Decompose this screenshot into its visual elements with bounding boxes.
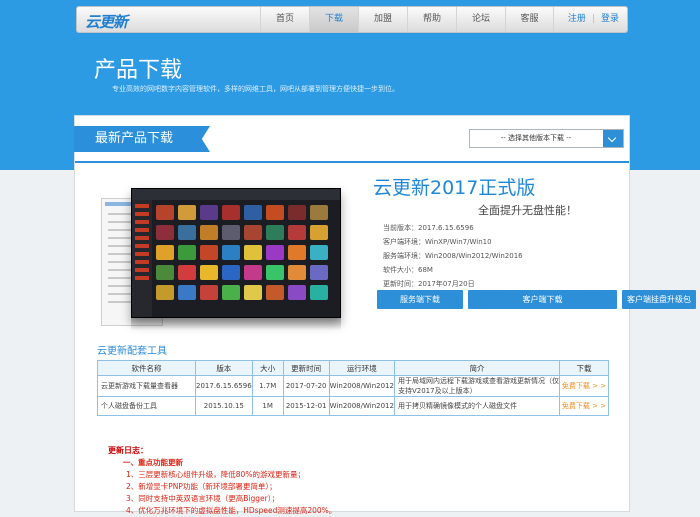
- col-updated: 更新时间: [282, 360, 330, 376]
- tool-version: 2015.10.15: [195, 396, 253, 416]
- auth-links: 注册 | 登录: [568, 7, 619, 32]
- tool-name: 个人磁盘备份工具: [97, 396, 196, 416]
- download-panel: 最新产品下载 -- 选择其他版本下载 -- 云更新2017正式版 全面提升无盘性…: [74, 115, 696, 515]
- col-env: 运行环境: [328, 360, 395, 376]
- table-header-row: 软件名称 版本 大小 更新时间 运行环境 简介 下载: [97, 360, 610, 376]
- page-subtitle: 专业高效的网吧数字内容管理软件，多样的网维工具，网吧从部署到管理方便快捷一步到位…: [112, 85, 399, 93]
- col-version: 版本: [195, 360, 253, 376]
- tool-name: 云更新游戏下载量查看器: [97, 375, 196, 397]
- tool-updated: 2017-07-20: [282, 375, 330, 397]
- product-slogan: 全面提升无盘性能！: [478, 204, 577, 217]
- server-download-button[interactable]: 服务端下载: [377, 290, 463, 309]
- nav-menu: 首页 下载 加盟 帮助 论坛 客服: [260, 7, 554, 32]
- col-size: 大小: [251, 360, 284, 376]
- version-select-toggle[interactable]: [603, 130, 623, 147]
- client-download-button[interactable]: 客户端下载: [468, 290, 617, 309]
- game-tiles: [156, 205, 328, 300]
- screenshot-front-window: [131, 188, 341, 318]
- section-divider: [75, 161, 629, 163]
- nav-item-forum[interactable]: 论坛: [456, 7, 505, 32]
- tool-env: Win2008/Win2012: [328, 396, 395, 416]
- tool-env: Win2008/Win2012: [328, 375, 395, 397]
- tool-desc: 用于局域网内远程下载游戏或查看游戏更新情况（仅支持V2017及以上版本）: [393, 375, 560, 397]
- tool-desc: 用于拷贝精确镜像模式的个人磁盘文件: [393, 396, 560, 416]
- tool-size: 1.7M: [251, 375, 284, 397]
- product-specs: 当前版本：2017.6.15.6596 客户端环境：WinXP/Win7/Win…: [383, 221, 523, 291]
- tools-table: 软件名称 版本 大小 更新时间 运行环境 简介 下载 云更新游戏下载量查看器 2…: [97, 360, 610, 416]
- screenshot-reflection: [131, 318, 341, 330]
- version-select-value: -- 选择其他版本下载 --: [500, 134, 572, 142]
- chevron-down-icon: [607, 133, 617, 143]
- changelog-item: 1、三层更新核心组件升级，降低80%的游戏更新量；: [126, 470, 305, 479]
- table-row: 个人磁盘备份工具 2015.10.15 1M 2015-12-01 Win200…: [97, 396, 610, 416]
- changelog-subtitle: 一、重点功能更新: [123, 458, 183, 467]
- tool-download-link[interactable]: 免费下载 > >: [558, 396, 610, 416]
- changelog-item: 3、同时支持中英双语言环境（更高Bigger）；: [126, 494, 279, 503]
- tool-updated: 2015-12-01: [282, 396, 330, 416]
- spec-client-env: 客户端环境：WinXP/Win7/Win10: [383, 238, 492, 246]
- changelog-title: 更新日志：: [108, 446, 148, 455]
- section-ribbon: 最新产品下载: [74, 126, 210, 152]
- product-screenshot: [101, 188, 341, 330]
- spec-version: 当前版本：2017.6.15.6596: [383, 224, 474, 232]
- spec-size: 软件大小：68M: [383, 266, 433, 274]
- table-row: 云更新游戏下载量查看器 2017.6.15.6596 1.7M 2017-07-…: [97, 375, 610, 397]
- nav-item-join[interactable]: 加盟: [358, 7, 407, 32]
- tool-version: 2017.6.15.6596: [195, 375, 253, 397]
- login-link[interactable]: 登录: [601, 7, 619, 32]
- client-upgrade-button[interactable]: 客户端挂盘升级包: [622, 290, 696, 309]
- spec-server-env: 服务端环境：Win2008/Win2012/Win2016: [383, 252, 523, 260]
- register-link[interactable]: 注册: [568, 7, 586, 32]
- download-buttons: 服务端下载 客户端下载 客户端挂盘升级包: [377, 290, 696, 309]
- site-logo[interactable]: 云更新: [85, 11, 128, 32]
- nav-item-download[interactable]: 下载: [309, 7, 358, 32]
- changelog-item: 2、新增显卡PNP功能（新环境部署更简单）；: [126, 482, 277, 491]
- nav-item-home[interactable]: 首页: [260, 7, 309, 32]
- col-desc: 简介: [393, 360, 560, 376]
- spec-updated: 更新时间：2017年07月20日: [383, 280, 475, 288]
- top-nav: 云更新 首页 下载 加盟 帮助 论坛 客服 注册 | 登录: [76, 6, 628, 33]
- tool-size: 1M: [251, 396, 284, 416]
- page-title: 产品下载: [94, 58, 183, 83]
- col-download: 下载: [558, 360, 610, 376]
- version-select[interactable]: -- 选择其他版本下载 --: [469, 129, 624, 148]
- auth-separator: |: [591, 14, 595, 24]
- nav-item-help[interactable]: 帮助: [407, 7, 456, 32]
- nav-item-support[interactable]: 客服: [505, 7, 554, 32]
- product-title: 云更新2017正式版: [373, 177, 536, 199]
- changelog-item: 4、优化万兆环境下的虚拟盘性能，HDspeed测速提高200%。: [126, 506, 337, 515]
- col-name: 软件名称: [97, 360, 196, 376]
- tools-title: 云更新配套工具: [97, 346, 167, 357]
- changelog-list: 1、三层更新核心组件升级，降低80%的游戏更新量； 2、新增显卡PNP功能（新环…: [126, 469, 336, 517]
- tool-download-link[interactable]: 免费下载 > >: [558, 375, 610, 397]
